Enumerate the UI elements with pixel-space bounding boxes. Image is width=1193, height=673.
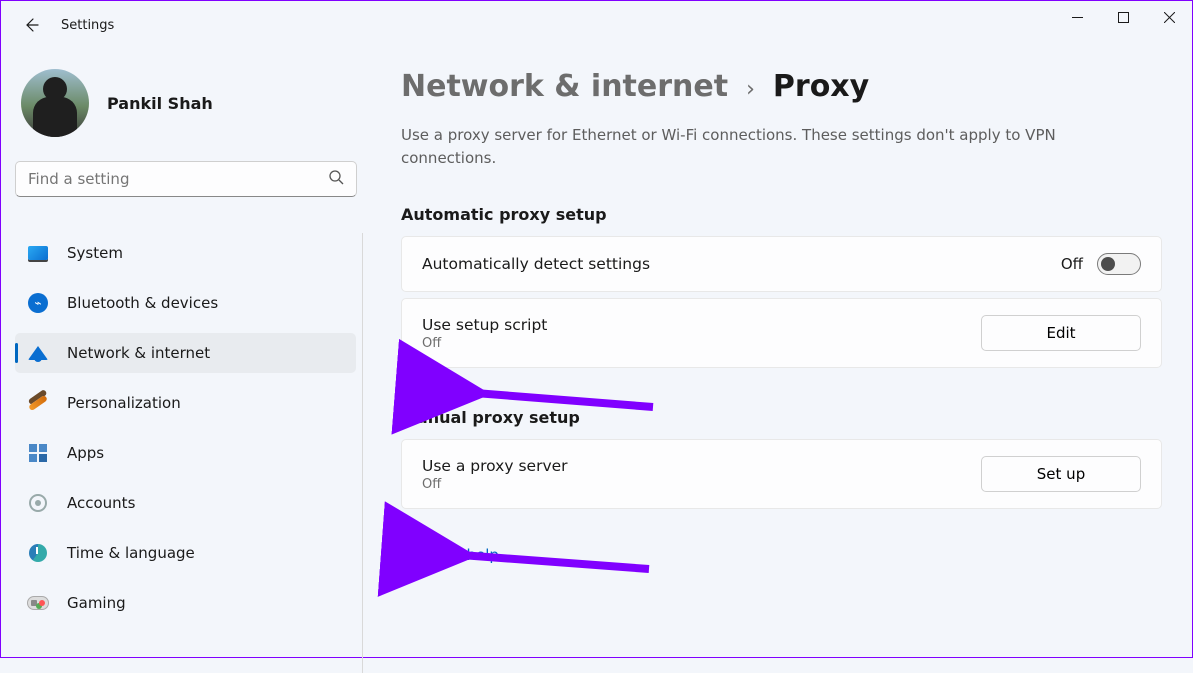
gamepad-icon — [27, 592, 49, 614]
sidebar-item-label: Network & internet — [67, 344, 210, 362]
profile[interactable]: Pankil Shah — [21, 69, 363, 137]
sidebar-item-gaming[interactable]: Gaming — [15, 583, 356, 623]
sidebar-item-bluetooth[interactable]: ⌁ Bluetooth & devices — [15, 283, 356, 323]
titlebar: Settings — [1, 1, 1192, 49]
user-name: Pankil Shah — [107, 94, 213, 113]
sidebar-item-label: Gaming — [67, 594, 126, 612]
help-icon — [401, 543, 421, 567]
minimize-icon — [1072, 12, 1083, 23]
section-title-auto: Automatic proxy setup — [401, 205, 1162, 224]
page-title: Proxy — [773, 69, 869, 104]
sidebar-item-apps[interactable]: Apps — [15, 433, 356, 473]
toggle-auto-detect[interactable]: Off — [1061, 253, 1141, 275]
setup-button[interactable]: Set up — [981, 456, 1141, 492]
sidebar: Pankil Shah System ⌁ Bluetooth & devices — [1, 49, 371, 657]
minimize-button[interactable] — [1054, 1, 1100, 33]
sidebar-item-time-language[interactable]: Time & language — [15, 533, 356, 573]
sidebar-item-label: System — [67, 244, 123, 262]
system-icon — [27, 242, 49, 264]
sidebar-item-label: Bluetooth & devices — [67, 294, 218, 312]
sidebar-item-label: Personalization — [67, 394, 181, 412]
apps-icon — [27, 442, 49, 464]
search-icon — [328, 169, 344, 189]
nav: System ⌁ Bluetooth & devices Network & i… — [15, 233, 363, 673]
help-label: Get help — [435, 546, 499, 564]
edit-button[interactable]: Edit — [981, 315, 1141, 351]
search-input[interactable] — [28, 170, 328, 188]
page-description: Use a proxy server for Ethernet or Wi-Fi… — [401, 124, 1121, 169]
sidebar-item-personalization[interactable]: Personalization — [15, 383, 356, 423]
window-controls — [1054, 1, 1192, 33]
setting-state: Off — [422, 336, 547, 351]
back-button[interactable] — [11, 5, 51, 45]
toggle-state-label: Off — [1061, 255, 1083, 273]
search-box[interactable] — [15, 161, 357, 197]
avatar — [21, 69, 89, 137]
sidebar-item-label: Accounts — [67, 494, 135, 512]
maximize-icon — [1118, 12, 1129, 23]
setting-label: Use a proxy server — [422, 457, 568, 475]
chevron-right-icon: › — [746, 77, 755, 102]
breadcrumb: Network & internet › Proxy — [401, 69, 1162, 104]
window-title: Settings — [61, 18, 114, 33]
close-button[interactable] — [1146, 1, 1192, 33]
maximize-button[interactable] — [1100, 1, 1146, 33]
clock-globe-icon — [27, 542, 49, 564]
setting-label: Use setup script — [422, 316, 547, 334]
paintbrush-icon — [27, 392, 49, 414]
arrow-left-icon — [23, 17, 39, 33]
bluetooth-icon: ⌁ — [27, 292, 49, 314]
sidebar-item-label: Apps — [67, 444, 104, 462]
sidebar-item-label: Time & language — [67, 544, 195, 562]
sidebar-item-network[interactable]: Network & internet — [15, 333, 356, 373]
breadcrumb-parent[interactable]: Network & internet — [401, 69, 728, 104]
person-icon — [27, 492, 49, 514]
card-proxy-server: Use a proxy server Off Set up — [401, 439, 1162, 509]
section-title-manual: Manual proxy setup — [401, 408, 1162, 427]
wifi-icon — [27, 342, 49, 364]
sidebar-item-accounts[interactable]: Accounts — [15, 483, 356, 523]
toggle-switch-icon — [1097, 253, 1141, 275]
close-icon — [1164, 12, 1175, 23]
card-setup-script: Use setup script Off Edit — [401, 298, 1162, 368]
get-help-link[interactable]: Get help — [401, 543, 1162, 567]
setting-label: Automatically detect settings — [422, 255, 650, 273]
setting-state: Off — [422, 477, 568, 492]
sidebar-item-system[interactable]: System — [15, 233, 356, 273]
content: Network & internet › Proxy Use a proxy s… — [371, 49, 1192, 657]
card-auto-detect: Automatically detect settings Off — [401, 236, 1162, 292]
